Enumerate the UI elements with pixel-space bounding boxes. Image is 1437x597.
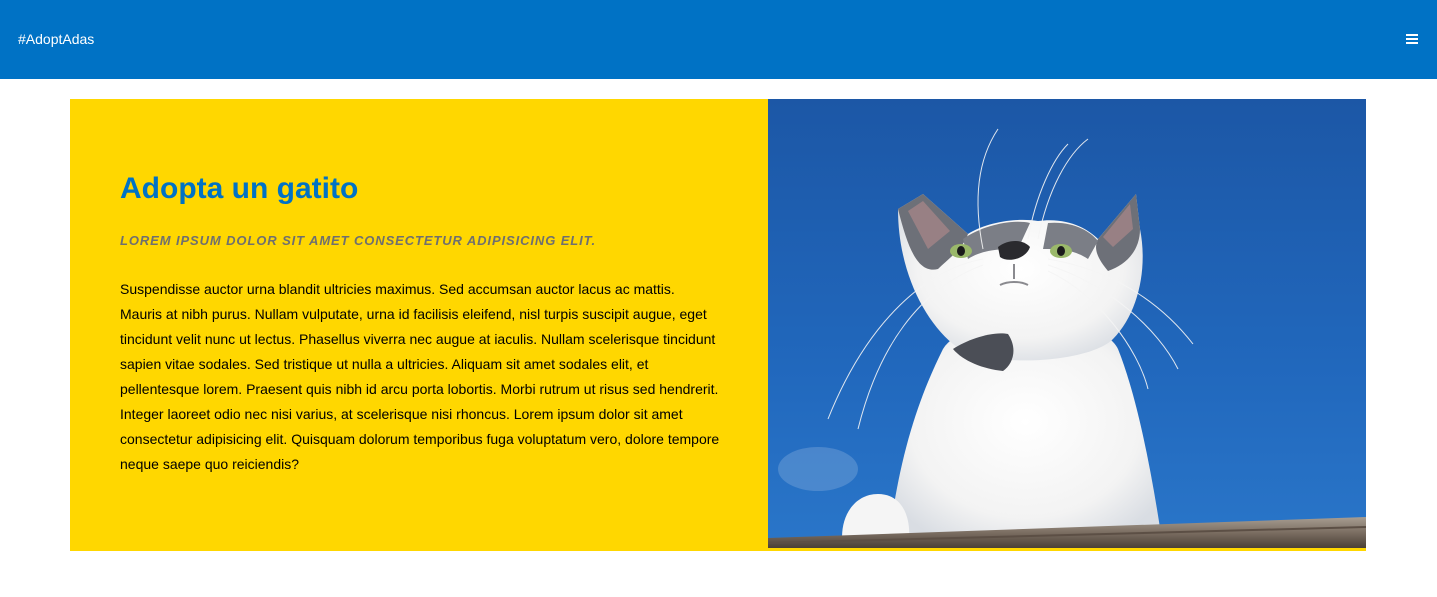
top-navbar: #AdoptAdas <box>0 0 1437 79</box>
feature-subtitle: LOREM IPSUM DOLOR SIT AMET CONSECTETUR A… <box>120 233 597 248</box>
feature-body-text: Suspendisse auctor urna blandit ultricie… <box>120 281 720 472</box>
cat-photo <box>768 99 1366 548</box>
adopt-feature-card: Adopta un gatito LOREM IPSUM DOLOR SIT A… <box>70 99 1366 551</box>
hamburger-menu-icon[interactable] <box>1401 28 1423 50</box>
feature-text-column: Adopta un gatito LOREM IPSUM DOLOR SIT A… <box>70 99 768 551</box>
brand-link[interactable]: #AdoptAdas <box>18 31 94 47</box>
feature-title: Adopta un gatito <box>120 172 359 205</box>
